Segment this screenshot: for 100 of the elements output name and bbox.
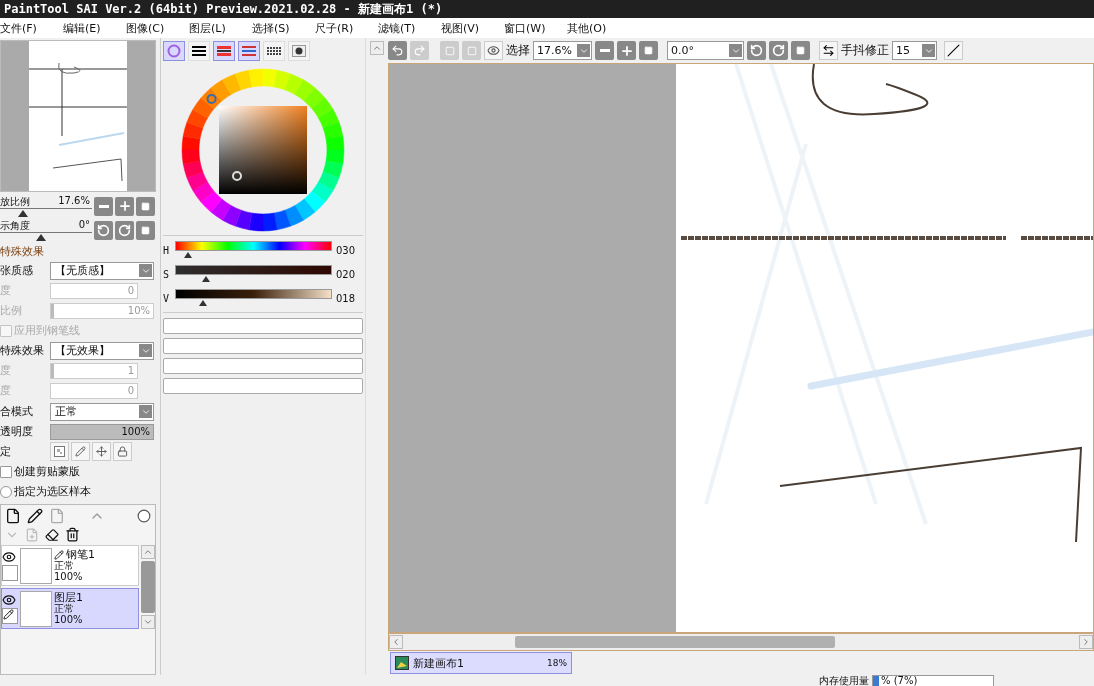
menu-item[interactable]: 视图(V) xyxy=(441,20,504,36)
field-label: 合模式 xyxy=(0,404,34,419)
eye-icon[interactable] xyxy=(2,593,16,607)
square-icon xyxy=(466,45,477,56)
caret-icon xyxy=(729,44,742,57)
menu-item[interactable]: 选择(S) xyxy=(252,20,315,36)
caret-down-icon xyxy=(143,617,153,627)
pencil-icon xyxy=(3,609,14,620)
color-slider[interactable] xyxy=(175,265,332,283)
minus-icon xyxy=(98,204,109,208)
field-label: 度 xyxy=(0,363,12,378)
empty-slot[interactable] xyxy=(163,378,363,394)
pencil-icon[interactable] xyxy=(27,508,43,524)
slider-track[interactable] xyxy=(0,232,92,242)
pencil-toggle[interactable] xyxy=(2,608,18,624)
color-tab[interactable] xyxy=(213,41,235,61)
rotate-right-button[interactable] xyxy=(115,220,134,240)
slider-value: 0° xyxy=(78,219,90,230)
dropdown[interactable]: 正常 xyxy=(50,402,154,421)
rotate-right-button[interactable] xyxy=(769,41,788,60)
lock-button[interactable] xyxy=(113,442,132,461)
slider-track[interactable] xyxy=(0,208,92,218)
scroll-right-button[interactable] xyxy=(1079,635,1093,649)
sliders-icon xyxy=(192,46,206,56)
swatches-icon xyxy=(267,47,281,55)
menu-item[interactable]: 其他(O) xyxy=(567,20,630,36)
color-slider[interactable] xyxy=(175,289,332,307)
reset-rotation-button[interactable] xyxy=(791,41,810,60)
slider-thumb[interactable] xyxy=(199,300,208,306)
circle-icon[interactable] xyxy=(137,509,151,523)
rotate-left-button[interactable] xyxy=(747,41,766,60)
opacity-slider[interactable]: 100% xyxy=(50,423,154,440)
undo-button[interactable] xyxy=(388,41,407,60)
square-icon xyxy=(141,225,150,235)
slider-thumb[interactable] xyxy=(36,234,47,241)
color-wheel[interactable] xyxy=(180,67,346,233)
toolbar-label: 手抖修正 xyxy=(841,42,889,59)
zoom-out-button[interactable] xyxy=(94,196,113,216)
trash-icon[interactable] xyxy=(65,527,80,542)
square-icon xyxy=(444,45,455,56)
caret-icon xyxy=(139,405,152,418)
stabilizer-dropdown[interactable]: 15 xyxy=(892,41,937,60)
lock-paint-button[interactable] xyxy=(71,442,90,461)
angle-dropdown[interactable]: 0.0° xyxy=(667,41,744,60)
menu-item[interactable]: 尺子(R) xyxy=(315,20,378,36)
color-wheel-icon xyxy=(167,44,181,58)
zoom-out-button[interactable] xyxy=(595,41,614,60)
slider-thumb[interactable] xyxy=(184,252,192,258)
field-label: 定 xyxy=(0,444,12,459)
scrollbar-thumb[interactable] xyxy=(515,636,835,648)
slider-thumb[interactable] xyxy=(18,210,28,217)
menu-item[interactable]: 图像(C) xyxy=(126,20,189,36)
dropdown[interactable]: 【无质感】 xyxy=(50,261,154,280)
document-tab[interactable]: 新建画布1 18% xyxy=(390,652,572,674)
line-tool-button[interactable] xyxy=(944,41,963,60)
flip-button[interactable] xyxy=(819,41,838,60)
new-layer-icon[interactable] xyxy=(5,508,21,524)
menu-item[interactable]: 编辑(E) xyxy=(63,20,126,36)
caret-left-icon xyxy=(391,637,401,647)
blank-toggle[interactable] xyxy=(2,565,18,581)
zoom-in-button[interactable] xyxy=(617,41,636,60)
radio-button[interactable] xyxy=(0,485,12,498)
slider-value: 018 xyxy=(336,292,356,304)
empty-slot[interactable] xyxy=(163,358,363,374)
eye-icon[interactable] xyxy=(2,550,16,564)
scrollbar-thumb[interactable] xyxy=(141,561,155,613)
reset-zoom-button[interactable] xyxy=(639,41,658,60)
eraser-icon[interactable] xyxy=(45,527,59,542)
field-label: 度 xyxy=(0,283,12,298)
menu-item[interactable]: 滤镜(T) xyxy=(378,20,441,36)
zoom-in-button[interactable] xyxy=(115,196,134,216)
checkbox[interactable] xyxy=(0,465,12,478)
menu-item[interactable]: 窗口(W) xyxy=(504,20,567,36)
scroll-up-button[interactable] xyxy=(141,545,155,559)
menu-item[interactable]: 图层(L) xyxy=(189,20,252,36)
lock-move-button[interactable] xyxy=(92,442,111,461)
color-tab[interactable] xyxy=(238,41,260,61)
lock-icon xyxy=(117,446,128,457)
layer-row[interactable]: 钢笔1 正常 100% xyxy=(1,545,139,586)
empty-slot[interactable] xyxy=(163,338,363,354)
color-tab[interactable] xyxy=(163,41,185,61)
eye-button[interactable] xyxy=(484,41,503,60)
color-slider[interactable] xyxy=(175,241,332,259)
dropdown[interactable]: 【无效果】 xyxy=(50,341,154,360)
menu-item[interactable]: 文件(F) xyxy=(0,20,63,36)
reset-zoom-button[interactable] xyxy=(136,196,155,216)
horizontal-scrollbar[interactable] xyxy=(388,633,1094,651)
scroll-up-button[interactable] xyxy=(370,41,384,55)
zoom-dropdown[interactable]: 17.6% xyxy=(533,41,592,60)
layer-mode: 正常 xyxy=(54,603,74,614)
lock-transparency-button[interactable] xyxy=(50,442,69,461)
layer-row[interactable]: 图层1 正常 100% xyxy=(1,588,139,629)
scroll-left-button[interactable] xyxy=(389,635,403,649)
reset-rotation-button[interactable] xyxy=(136,220,155,240)
layer-thumbnail xyxy=(20,547,52,584)
rotate-right-icon xyxy=(118,223,131,237)
empty-slot[interactable] xyxy=(163,318,363,334)
document-zoom: 18% xyxy=(547,658,567,668)
slider-thumb[interactable] xyxy=(202,276,211,282)
rotate-left-button[interactable] xyxy=(94,220,113,240)
